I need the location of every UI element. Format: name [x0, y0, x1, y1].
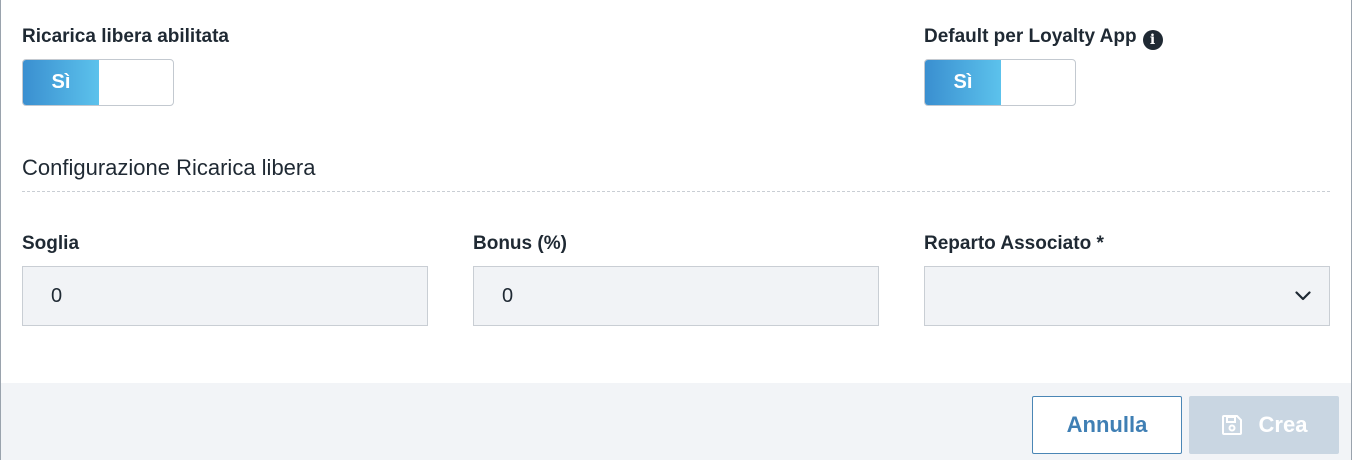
loyalty-default-toggle[interactable]: Sì [924, 59, 1076, 106]
create-button[interactable]: Crea [1189, 396, 1339, 454]
chevron-down-icon [1295, 291, 1311, 301]
threshold-label: Soglia [22, 233, 80, 254]
department-select[interactable] [924, 266, 1330, 326]
department-label: Reparto Associato * [924, 233, 1104, 254]
free-topup-toggle[interactable]: Sì [22, 59, 174, 106]
section-divider [22, 191, 1330, 192]
free-topup-label: Ricarica libera abilitata [22, 26, 229, 47]
threshold-value: 0 [51, 284, 63, 307]
section-title: Configurazione Ricarica libera [22, 155, 316, 180]
create-button-label: Crea [1258, 412, 1308, 437]
threshold-input[interactable]: 0 [22, 266, 428, 326]
loyalty-default-label: Default per Loyalty App [924, 26, 1137, 47]
toggle-on-label: Sì [925, 60, 1001, 105]
save-icon [1221, 414, 1243, 436]
bonus-value: 0 [502, 284, 514, 307]
loyalty-default-label-row: Default per Loyalty App i [924, 26, 1163, 50]
toggle-on-label: Sì [23, 60, 99, 105]
bonus-label: Bonus (%) [473, 233, 567, 254]
cancel-button[interactable]: Annulla [1032, 396, 1182, 454]
bonus-input[interactable]: 0 [473, 266, 879, 326]
info-icon[interactable]: i [1142, 30, 1163, 50]
